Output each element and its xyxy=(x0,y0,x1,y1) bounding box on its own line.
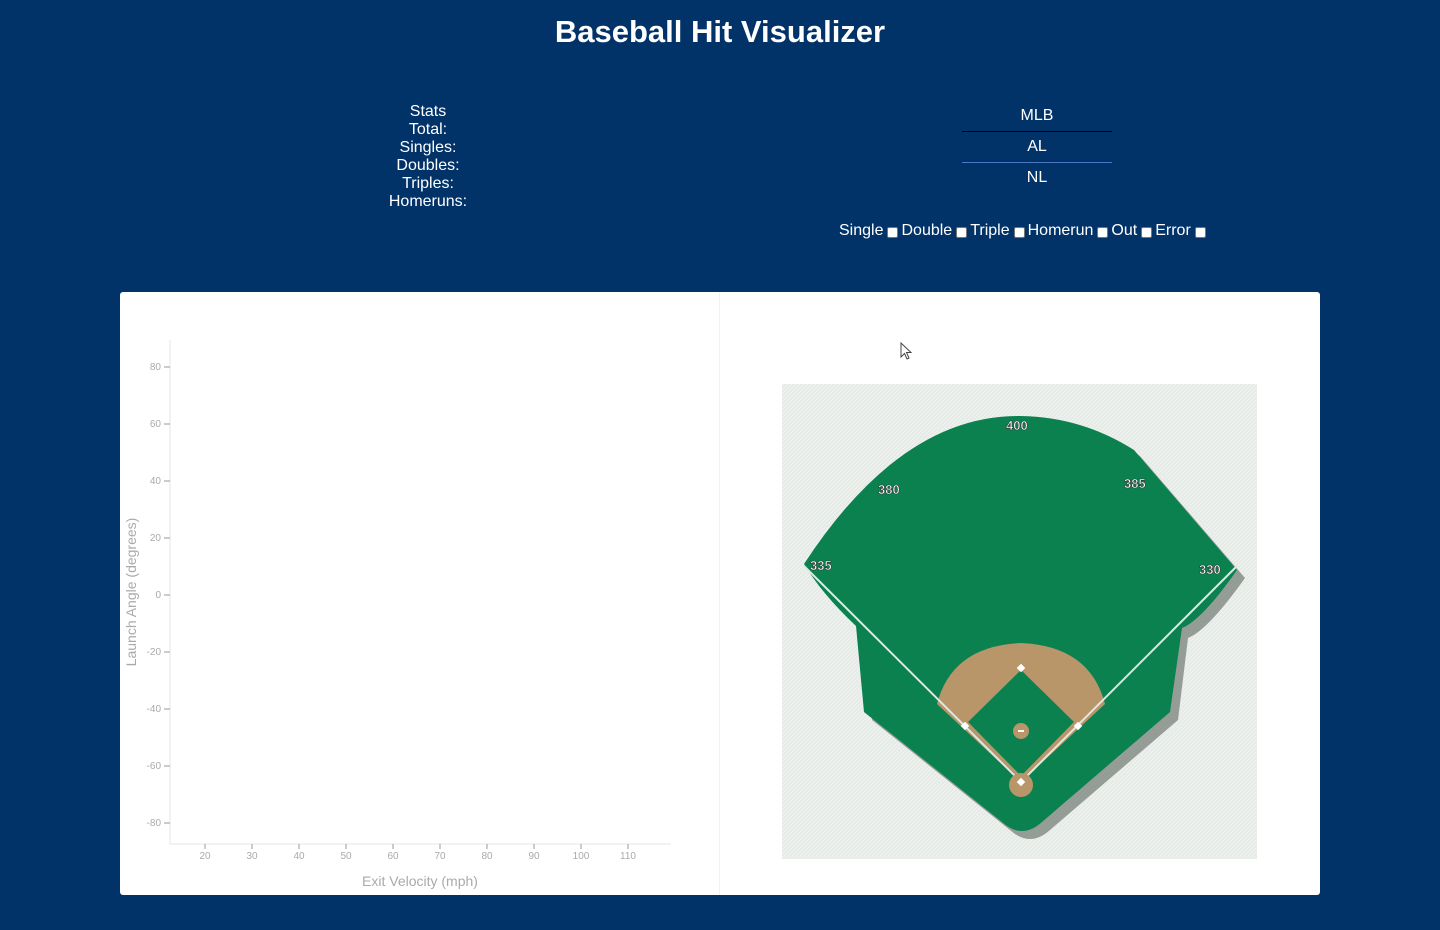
y-tick-label: 20 xyxy=(150,533,162,544)
baseball-field[interactable]: 335 380 400 385 330 xyxy=(782,384,1257,859)
y-tick-label: -60 xyxy=(147,761,162,772)
league-menu: MLB AL NL xyxy=(962,101,1112,193)
distance-right-center: 385 xyxy=(1124,476,1146,491)
y-tick-label: -80 xyxy=(147,818,162,829)
filter-triple-checkbox[interactable] xyxy=(1013,227,1025,238)
panel-divider xyxy=(719,292,720,895)
filter-double-label: Double xyxy=(901,222,953,239)
y-tick-label: 60 xyxy=(150,419,162,430)
stats-singles-label: Singles: xyxy=(399,139,457,156)
filter-double[interactable]: Double xyxy=(901,222,970,240)
mouse-cursor-icon xyxy=(900,342,913,360)
filter-single-label: Single xyxy=(839,222,884,239)
filter-homerun[interactable]: Homerun xyxy=(1028,222,1112,240)
y-tick-label: 0 xyxy=(155,590,161,601)
distance-left-center: 380 xyxy=(878,482,900,497)
filter-error-checkbox[interactable] xyxy=(1194,227,1206,238)
y-tick-label: 80 xyxy=(150,362,162,373)
filter-out-label: Out xyxy=(1111,222,1138,239)
x-tick-label: 80 xyxy=(481,851,493,862)
stats-doubles-label: Doubles: xyxy=(396,157,460,174)
distance-center: 400 xyxy=(1006,418,1028,433)
filter-error-label: Error xyxy=(1155,222,1191,239)
distance-right-line: 330 xyxy=(1199,562,1221,577)
stats-heading: Stats xyxy=(409,103,447,120)
app-title: Baseball Hit Visualizer xyxy=(554,14,886,49)
filter-triple-label: Triple xyxy=(970,222,1010,239)
stats-total-label: Total: xyxy=(408,121,448,138)
x-tick-label: 60 xyxy=(387,851,399,862)
filter-homerun-checkbox[interactable] xyxy=(1097,227,1109,238)
league-item-nl[interactable]: NL xyxy=(962,163,1112,193)
y-tick-label: 40 xyxy=(150,476,162,487)
filter-single[interactable]: Single xyxy=(839,222,901,240)
league-item-al[interactable]: AL xyxy=(962,132,1112,163)
stats-panel: Stats Total: Singles: Doubles: Triples: … xyxy=(328,103,528,211)
x-tick-label: 110 xyxy=(620,851,636,862)
filter-error[interactable]: Error xyxy=(1155,222,1209,240)
stats-homeruns-label: Homeruns: xyxy=(388,193,468,210)
visualization-panel: 80 60 40 20 0 -20 -40 -60 -80 20 30 40 50 60 70 80 90 100… xyxy=(120,292,1320,895)
filter-out-checkbox[interactable] xyxy=(1141,227,1153,238)
filter-out[interactable]: Out xyxy=(1111,222,1155,240)
filter-triple[interactable]: Triple xyxy=(970,222,1027,240)
x-tick-label: 20 xyxy=(199,851,211,862)
x-tick-label: 90 xyxy=(528,851,540,862)
y-tick-label: -20 xyxy=(147,647,162,658)
league-item-mlb[interactable]: MLB xyxy=(962,101,1112,132)
x-tick-label: 100 xyxy=(573,851,590,862)
scatter-chart[interactable]: 80 60 40 20 0 -20 -40 -60 -80 20 30 40 50 60 70 80 90 100… xyxy=(120,292,720,895)
stats-triples-label: Triples: xyxy=(402,175,454,192)
x-tick-label: 50 xyxy=(340,851,352,862)
y-axis-label: Launch Angle (degrees) xyxy=(123,518,139,667)
distance-left-line: 335 xyxy=(810,558,832,573)
x-tick-label: 30 xyxy=(246,851,258,862)
x-tick-label: 70 xyxy=(434,851,446,862)
x-axis-label: Exit Velocity (mph) xyxy=(362,873,478,889)
hit-type-filters: Single Double Triple Homerun Out Error xyxy=(839,222,1209,240)
pitching-rubber xyxy=(1018,730,1024,732)
filter-single-checkbox[interactable] xyxy=(887,227,899,238)
x-tick-label: 40 xyxy=(293,851,305,862)
filter-homerun-label: Homerun xyxy=(1027,222,1094,239)
y-tick-label: -40 xyxy=(147,704,162,715)
filter-double-checkbox[interactable] xyxy=(956,227,968,238)
